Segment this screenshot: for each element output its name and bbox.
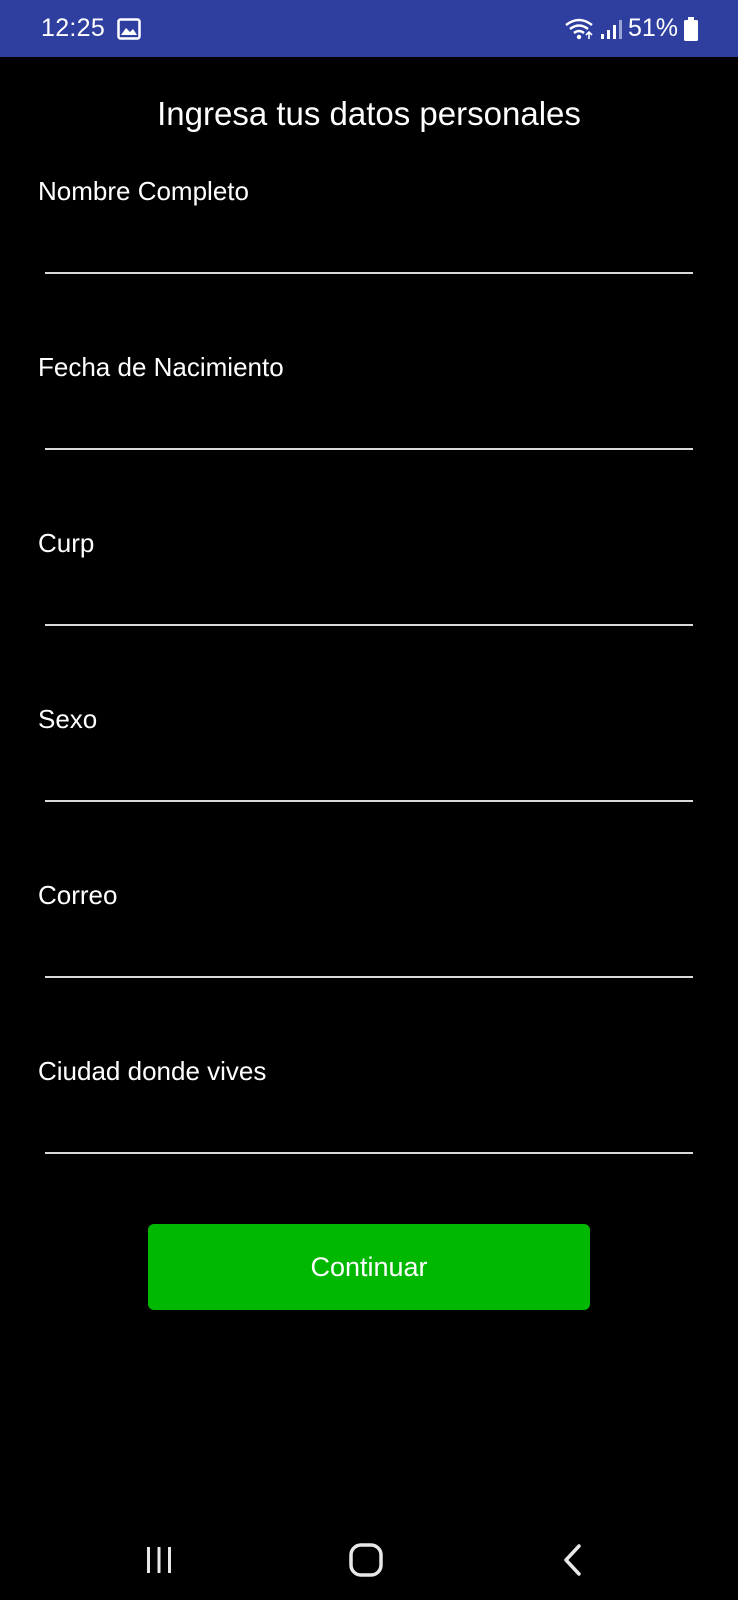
gallery-icon	[117, 17, 141, 40]
field-ciudad: Ciudad donde vives	[38, 1054, 694, 1184]
sexo-input[interactable]	[45, 742, 693, 802]
battery-icon	[684, 16, 698, 41]
fecha-nacimiento-input[interactable]	[45, 390, 693, 450]
field-fecha-nacimiento: Fecha de Nacimiento	[38, 350, 694, 480]
field-label: Correo	[38, 880, 118, 910]
status-left: 12:25	[41, 14, 141, 43]
ciudad-input[interactable]	[45, 1094, 693, 1154]
page-title: Ingresa tus datos personales	[157, 95, 581, 132]
nombre-completo-input[interactable]	[45, 214, 693, 274]
field-label: Sexo	[38, 704, 98, 734]
recent-apps-icon[interactable]	[119, 1520, 199, 1600]
field-nombre-completo: Nombre Completo	[38, 174, 694, 304]
field-label: Ciudad donde vives	[38, 1056, 267, 1086]
continue-button[interactable]: Continuar	[148, 1224, 590, 1310]
back-icon[interactable]	[533, 1520, 613, 1600]
status-time: 12:25	[41, 14, 106, 42]
field-curp: Curp	[38, 526, 694, 656]
field-label: Curp	[38, 528, 95, 558]
field-label: Fecha de Nacimiento	[38, 352, 284, 382]
status-right: 51%	[564, 14, 698, 43]
curp-input[interactable]	[45, 566, 693, 626]
field-sexo: Sexo	[38, 702, 694, 832]
field-correo: Correo	[38, 878, 694, 1008]
signal-icon	[600, 18, 622, 40]
wifi-icon	[564, 17, 594, 41]
battery-percent: 51%	[627, 14, 678, 42]
navigation-bar	[0, 1520, 738, 1600]
status-bar: 12:25 51%	[0, 0, 738, 57]
correo-input[interactable]	[45, 918, 693, 978]
field-label: Nombre Completo	[38, 176, 249, 206]
home-icon[interactable]	[326, 1520, 406, 1600]
